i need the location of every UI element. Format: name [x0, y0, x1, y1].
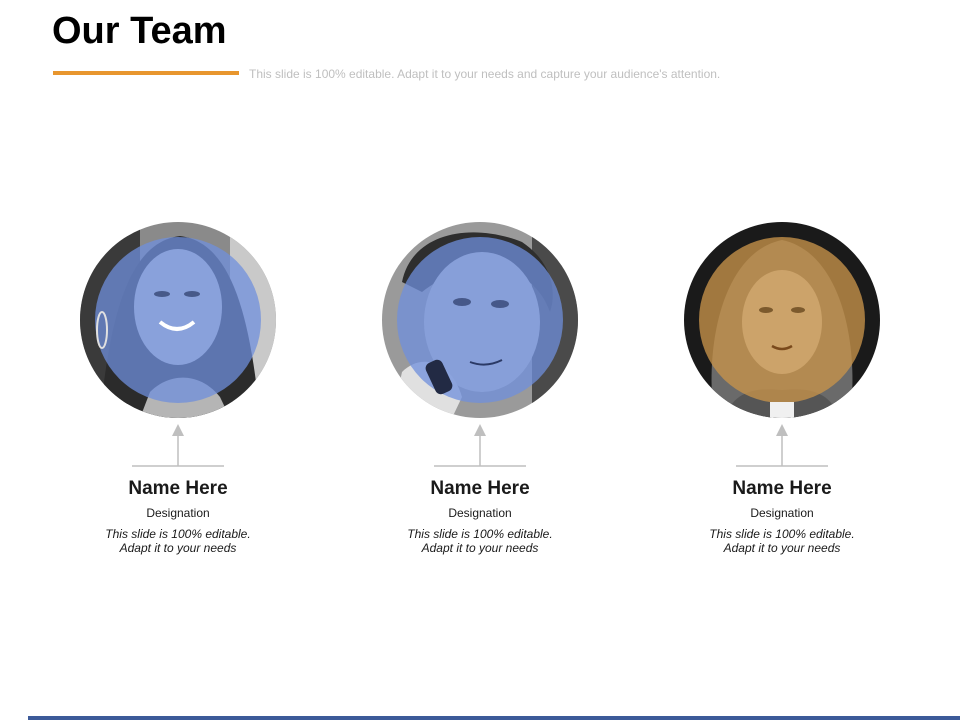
member-description-line-2: Adapt it to your needs	[119, 541, 237, 555]
member-name-2: Name Here	[430, 478, 530, 499]
bottom-accent-bar	[28, 716, 960, 720]
member-description-line-2: Adapt it to your needs	[421, 541, 539, 555]
connector-arrow-3	[736, 424, 828, 467]
member-photo-2[interactable]	[382, 222, 578, 418]
slide-title: Our Team	[52, 10, 227, 52]
member-description-line-1: This slide is 100% editable.	[709, 527, 855, 541]
member-designation-1: Designation	[146, 506, 210, 520]
member-photo-1[interactable]	[80, 222, 276, 418]
member-description-line-1: This slide is 100% editable.	[407, 527, 553, 541]
connector-arrow-1	[132, 424, 224, 467]
member-photo-3[interactable]	[684, 222, 880, 418]
title-underline	[53, 71, 239, 75]
blue-overlay	[95, 237, 261, 403]
slide-subtitle: This slide is 100% editable. Adapt it to…	[249, 67, 721, 81]
team-member-2: Name Here Designation This slide is 100%…	[350, 222, 610, 562]
member-description-2: This slide is 100% editable. Adapt it to…	[350, 527, 610, 555]
member-description-3: This slide is 100% editable. Adapt it to…	[652, 527, 912, 555]
connector-arrow-2	[434, 424, 526, 467]
gold-overlay	[699, 237, 865, 403]
member-designation-3: Designation	[750, 506, 814, 520]
member-description-line-1: This slide is 100% editable.	[105, 527, 251, 541]
member-name-1: Name Here	[128, 478, 228, 499]
member-description-line-2: Adapt it to your needs	[723, 541, 841, 555]
member-description-1: This slide is 100% editable. Adapt it to…	[48, 527, 308, 555]
member-name-3: Name Here	[732, 478, 832, 499]
blue-overlay	[397, 237, 563, 403]
team-member-3: Name Here Designation This slide is 100%…	[652, 222, 912, 562]
team-member-1: Name Here Designation This slide is 100%…	[48, 222, 308, 562]
member-designation-2: Designation	[448, 506, 512, 520]
